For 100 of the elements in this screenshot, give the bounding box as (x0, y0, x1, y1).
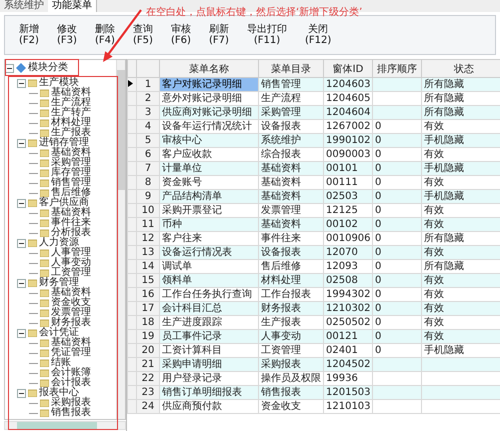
table-cell: 员工事件记录 (160, 330, 258, 344)
toolbar-button[interactable]: 删除 (F4) (95, 24, 115, 46)
table-cell: 02508 (324, 274, 372, 288)
tree-item[interactable]: 会计凭证 (39, 328, 79, 338)
toolbar-button[interactable]: 查询 (F5) (133, 24, 153, 46)
collapse-icon[interactable] (5, 64, 14, 72)
table-cell: 人事变动 (258, 330, 324, 344)
tree-item[interactable]: 人事管理 (51, 248, 91, 258)
table-cell: 采购管理 (258, 106, 324, 120)
table-cell: 00121 (324, 330, 372, 344)
collapse-icon[interactable] (17, 388, 26, 398)
table-cell: 0 (372, 246, 422, 260)
tree-item[interactable]: 售后维修 (51, 188, 91, 198)
table-cell: 0 (372, 134, 422, 148)
table-cell: 00101 (324, 162, 372, 176)
table-cell: 1210103 (324, 400, 372, 414)
tree-item[interactable]: 采购报表 (51, 398, 91, 408)
tree-item[interactable]: 凭证管理 (51, 348, 91, 358)
table-cell: 设备报表 (258, 246, 324, 260)
table-cell: 资金收支 (258, 400, 324, 414)
table-cell: 采购申请明细 (160, 358, 258, 372)
column-header[interactable]: 菜单名称 (160, 60, 258, 78)
tree-item[interactable]: 基础资料 (51, 148, 91, 158)
tree-item[interactable]: 库存管理 (51, 168, 91, 178)
toolbar-button[interactable]: 导出打印 (F11) (247, 24, 287, 46)
collapse-icon[interactable] (17, 198, 26, 208)
table-cell: 材料处理 (258, 274, 324, 288)
table-cell: 0 (372, 330, 422, 344)
tree-item[interactable]: 生产报表 (51, 128, 91, 138)
table-cell: 有效 (422, 330, 500, 344)
table-cell: 供应商对账记录明细 (160, 106, 258, 120)
tree-item[interactable]: 进销存管理 (39, 138, 89, 148)
toolbar-button[interactable]: 刷新 (F7) (209, 24, 229, 46)
tree-item[interactable]: 基础资料 (51, 208, 91, 218)
tree-item[interactable]: 财务报表 (51, 318, 91, 328)
tree-item[interactable]: 基础资料 (51, 338, 91, 348)
column-header[interactable]: 排序顺序 (372, 60, 422, 78)
diamond-icon (16, 63, 26, 73)
table-cell: 00102 (324, 218, 372, 232)
tree-item[interactable]: 基础资料 (51, 88, 91, 98)
tree-item[interactable]: 财务管理 (39, 278, 79, 288)
column-header[interactable]: 菜单目录 (258, 60, 324, 78)
tree-item[interactable]: 销售报表 (51, 408, 91, 418)
collapse-icon[interactable] (17, 328, 26, 338)
table-cell: 基础资料 (258, 162, 324, 176)
table-cell: 有效 (422, 246, 500, 260)
table-cell: 设备运行情况表 (160, 246, 258, 260)
table-cell: 领料单 (160, 274, 258, 288)
tree-item[interactable]: 资金收支 (51, 298, 91, 308)
tree-item[interactable]: 基础资料 (51, 288, 91, 298)
table-cell: 销售报表 (258, 386, 324, 400)
toolbar-button[interactable]: 新增 (F2) (19, 24, 39, 46)
table-cell: 销售管理 (258, 78, 324, 92)
table-cell: 手机隐藏 (422, 190, 500, 204)
table-cell: 系统维护 (258, 134, 324, 148)
column-header[interactable]: 窗体ID (324, 60, 372, 78)
annotation-text: 在空白处，点鼠标右键，然后选择‘新增下级分类’ (146, 6, 362, 19)
table-cell: 1204604 (324, 106, 372, 120)
tree-item[interactable]: 采购管理 (51, 158, 91, 168)
table-cell: 0 (372, 218, 422, 232)
table-cell: 有效 (422, 302, 500, 316)
row-selector[interactable] (128, 78, 136, 92)
tree-item[interactable]: 模块分类 (28, 63, 68, 73)
collapse-icon[interactable] (17, 238, 26, 248)
tree-item[interactable]: 人力资源 (39, 238, 79, 248)
toolbar-button[interactable]: 修改 (F3) (57, 24, 77, 46)
tree-item[interactable]: 报表中心 (39, 388, 79, 398)
tree-item[interactable]: 发票管理 (51, 308, 91, 318)
tree-item[interactable]: 客户供应商 (39, 198, 89, 208)
table-cell: 0 (372, 302, 422, 316)
table-cell: 产品结构清单 (160, 190, 258, 204)
tree-item[interactable]: 销售管理 (51, 178, 91, 188)
collapse-icon[interactable] (17, 78, 26, 88)
tree-item[interactable]: 生产流程 (51, 98, 91, 108)
table-cell: 1204502 (324, 358, 372, 372)
table-cell: 计量单位 (160, 162, 258, 176)
tree-item[interactable]: 材料处理 (51, 118, 91, 128)
toolbar-button[interactable]: 关闭 (F12) (305, 24, 332, 46)
tree-item[interactable]: 会计报表 (51, 378, 91, 388)
tree-item[interactable]: 生产转产 (51, 108, 91, 118)
row-pointer-icon (128, 80, 133, 87)
table-cell: 1201503 (324, 386, 372, 400)
tree-item[interactable]: 事件往来 (51, 218, 91, 228)
tree-item[interactable]: 人事变动 (51, 258, 91, 268)
tree-item[interactable]: 工资管理 (51, 268, 91, 278)
table-cell: 所有隐藏 (422, 106, 500, 120)
toolbar-button[interactable]: 审核 (F6) (171, 24, 191, 46)
table-cell: 1204603 (324, 78, 372, 92)
tab[interactable]: 功能菜单 (48, 0, 97, 12)
collapse-icon[interactable] (17, 278, 26, 288)
tree-item[interactable]: 会计账簿 (51, 368, 91, 378)
tree-item[interactable]: 结账 (51, 358, 71, 368)
tree-item[interactable]: 分析报表 (51, 228, 91, 238)
table-cell: 币种 (160, 218, 258, 232)
table-cell: 销售订单明细报表 (160, 386, 258, 400)
column-header[interactable]: 状态 (422, 60, 500, 78)
tree-item[interactable]: 生产模块 (39, 78, 79, 88)
table-cell: 财务报表 (258, 302, 324, 316)
collapse-icon[interactable] (17, 138, 26, 148)
table-cell: 0 (372, 190, 422, 204)
